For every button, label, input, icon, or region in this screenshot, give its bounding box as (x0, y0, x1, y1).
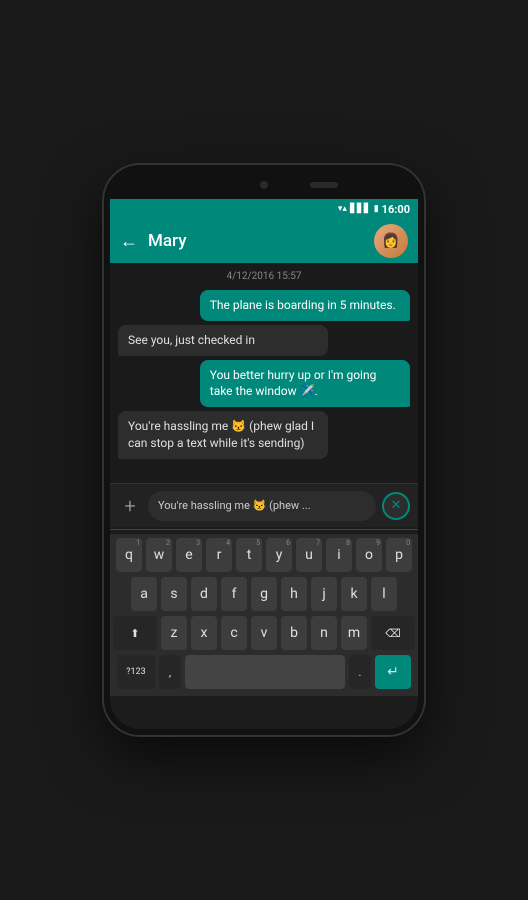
message-bubble-4: You're hassling me 😾 (phew glad I can st… (118, 411, 328, 459)
phone-frame: ▾▴ ▋▋▋ ▮ 16:00 ← Mary 👩 4/12/2016 15:57 … (104, 165, 424, 735)
message-timestamp: 4/12/2016 15:57 (118, 271, 410, 282)
keyboard: 1q 2w 3e 4r 5t 6y 7u 8i 9o 0p a s d f g … (110, 534, 418, 696)
key-enter[interactable]: ↵ (375, 655, 411, 689)
message-bubble-2: See you, just checked in (118, 325, 328, 356)
status-icons: ▾▴ ▋▋▋ ▮ 16:00 (338, 203, 410, 216)
camera (260, 181, 268, 189)
key-x[interactable]: x (191, 616, 217, 650)
header: ← Mary 👩 (110, 219, 418, 263)
message-input[interactable]: You're hassling me 😾 (phew ... (148, 491, 376, 521)
key-n[interactable]: n (311, 616, 337, 650)
keyboard-row-3: ⬆ z x c v b n m ⌫ (113, 616, 415, 650)
key-u[interactable]: 7u (296, 538, 322, 572)
attach-button[interactable]: + (118, 494, 142, 518)
key-v[interactable]: v (251, 616, 277, 650)
key-w[interactable]: 2w (146, 538, 172, 572)
battery-icon: ▮ (374, 204, 379, 214)
message-text-1: The plane is boarding in 5 minutes. (210, 298, 396, 312)
speaker (310, 182, 338, 188)
message-text-3: You better hurry up or I'm going take th… (210, 368, 377, 399)
contact-name: Mary (148, 231, 364, 251)
message-text-2: See you, just checked in (128, 333, 255, 347)
key-l[interactable]: l (371, 577, 397, 611)
key-e[interactable]: 3e (176, 538, 202, 572)
message-bubble-1: The plane is boarding in 5 minutes. (200, 290, 410, 321)
key-d[interactable]: d (191, 577, 217, 611)
message-bubble-3: You better hurry up or I'm going take th… (200, 360, 410, 408)
keyboard-row-2: a s d f g h j k l (113, 577, 415, 611)
key-b[interactable]: b (281, 616, 307, 650)
status-bar: ▾▴ ▋▋▋ ▮ 16:00 (110, 199, 418, 219)
key-h[interactable]: h (281, 577, 307, 611)
key-s[interactable]: s (161, 577, 187, 611)
key-comma[interactable]: , (159, 655, 181, 689)
signal-icon: ▋▋▋ (350, 204, 371, 214)
key-period[interactable]: . (349, 655, 371, 689)
key-p[interactable]: 0p (386, 538, 412, 572)
key-m[interactable]: m (341, 616, 367, 650)
notch-area (110, 171, 418, 199)
key-z[interactable]: z (161, 616, 187, 650)
key-t[interactable]: 5t (236, 538, 262, 572)
key-g[interactable]: g (251, 577, 277, 611)
key-f[interactable]: f (221, 577, 247, 611)
key-i[interactable]: 8i (326, 538, 352, 572)
back-button[interactable]: ← (120, 231, 138, 252)
avatar-image: 👩 (374, 224, 408, 258)
key-q[interactable]: 1q (116, 538, 142, 572)
key-y[interactable]: 6y (266, 538, 292, 572)
key-shift[interactable]: ⬆ (113, 616, 157, 650)
keyboard-divider (110, 529, 418, 530)
key-o[interactable]: 9o (356, 538, 382, 572)
key-backspace[interactable]: ⌫ (371, 616, 415, 650)
typing-preview: You're hassling me 😾 (phew ... (158, 499, 311, 512)
key-symbols[interactable]: ?123 (117, 655, 155, 689)
key-r[interactable]: 4r (206, 538, 232, 572)
key-k[interactable]: k (341, 577, 367, 611)
message-text-4: You're hassling me 😾 (phew glad I can st… (128, 419, 314, 450)
keyboard-row-4: ?123 , . ↵ (113, 655, 415, 689)
key-j[interactable]: j (311, 577, 337, 611)
wifi-icon: ▾▴ (338, 204, 347, 214)
key-c[interactable]: c (221, 616, 247, 650)
status-time: 16:00 (382, 203, 410, 216)
avatar[interactable]: 👩 (374, 224, 408, 258)
key-space[interactable] (185, 655, 345, 689)
key-a[interactable]: a (131, 577, 157, 611)
keyboard-row-1: 1q 2w 3e 4r 5t 6y 7u 8i 9o 0p (113, 538, 415, 572)
input-area: + You're hassling me 😾 (phew ... ✕ (110, 483, 418, 527)
chat-area: 4/12/2016 15:57 The plane is boarding in… (110, 263, 418, 483)
cancel-send-button[interactable]: ✕ (382, 492, 410, 520)
